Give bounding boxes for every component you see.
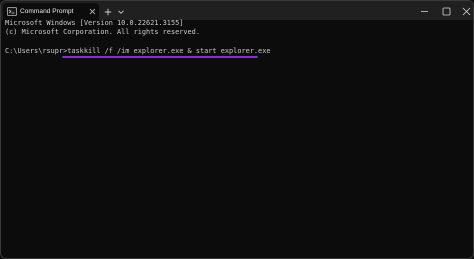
console-line-version: Microsoft Windows [Version 10.0.22621.31… — [5, 19, 184, 27]
close-icon[interactable] — [88, 8, 96, 16]
terminal-icon — [7, 7, 17, 16]
tab-label: Command Prompt — [20, 8, 74, 15]
title-bar: Command Prompt — [1, 1, 473, 20]
close-icon — [462, 1, 471, 20]
console-line-copyright: (c) Microsoft Corporation. All rights re… — [5, 28, 200, 37]
close-window-button[interactable] — [460, 4, 472, 16]
tab-dropdown-button[interactable] — [115, 4, 127, 16]
chevron-down-icon — [117, 1, 125, 20]
minimize-icon — [420, 1, 429, 20]
maximize-button[interactable] — [440, 4, 452, 16]
console-output[interactable]: Microsoft Windows [Version 10.0.22621.31… — [5, 19, 465, 57]
plus-icon — [104, 1, 112, 20]
maximize-icon — [442, 1, 451, 20]
tab-command-prompt[interactable]: Command Prompt — [3, 3, 99, 20]
minimize-button[interactable] — [418, 4, 430, 16]
command-prompt-window: Command Prompt Microsoft Windows [Versio… — [0, 0, 474, 259]
new-tab-button[interactable] — [102, 4, 114, 16]
command-highlight-underline — [62, 56, 258, 58]
scrollbar[interactable] — [469, 22, 471, 256]
